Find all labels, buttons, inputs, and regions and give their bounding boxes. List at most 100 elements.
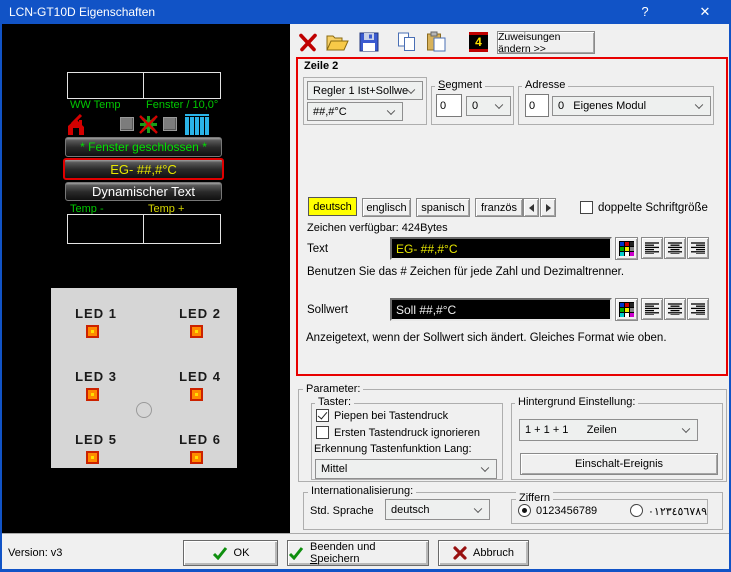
einschalt-ereignis-button[interactable]: Einschalt-Ereignis <box>520 453 718 475</box>
led-indicator[interactable] <box>86 388 99 401</box>
tab-scroll-right-button[interactable] <box>540 198 556 217</box>
center-knob <box>136 402 152 418</box>
color-palette-icon <box>619 302 634 317</box>
sollwert-align-right-button[interactable] <box>687 298 709 320</box>
led-indicator[interactable] <box>190 325 203 338</box>
assignments-button-label: Zuweisungen ändern >> <box>498 31 594 55</box>
led-indicator[interactable] <box>86 325 99 338</box>
radiator-icon <box>184 114 210 136</box>
display-line-1[interactable]: * Fenster geschlossen * <box>65 137 222 157</box>
arrow-right-icon <box>546 204 551 212</box>
assignments-button[interactable]: Zuweisungen ändern >> <box>497 31 595 54</box>
arabic-digits-radio[interactable] <box>630 504 643 517</box>
preview-touch-zone[interactable] <box>67 214 144 244</box>
beep-checkbox[interactable] <box>316 409 329 422</box>
preview-touch-zone[interactable] <box>67 72 144 99</box>
sollwert-align-center-button[interactable] <box>664 298 686 320</box>
chars-available-text: Zeichen verfügbar: 424Bytes <box>307 222 448 234</box>
check-icon <box>288 546 304 560</box>
heating-house-icon <box>64 114 90 136</box>
led-label: LED 6 <box>170 432 230 447</box>
function-combo[interactable]: Regler 1 Ist+Sollwe <box>307 81 423 100</box>
align-left-icon <box>645 242 659 254</box>
taster-group-label: Taster: <box>315 396 354 408</box>
tab-franzoesisch[interactable]: französ <box>475 198 523 217</box>
save-and-exit-button[interactable]: Beenden und Speichern <box>287 540 429 566</box>
preview-touch-zone[interactable] <box>143 72 221 99</box>
tab-spanisch[interactable]: spanisch <box>416 198 470 217</box>
tab-deutsch[interactable]: deutsch <box>308 197 357 216</box>
copy-icon[interactable] <box>397 32 417 52</box>
led-indicator[interactable] <box>190 451 203 464</box>
preview-label-ww-temp[interactable]: WW Temp <box>70 99 121 111</box>
std-language-combo-value: deutsch <box>391 504 430 516</box>
text-align-left-button[interactable] <box>641 237 663 259</box>
segment-id-input[interactable] <box>436 94 462 117</box>
chevron-down-icon <box>387 106 395 114</box>
display-line-3-text: Dynamischer Text <box>92 184 195 199</box>
page4-icon-label: 4 <box>475 35 482 49</box>
double-font-checkbox[interactable] <box>580 201 593 214</box>
close-button[interactable]: ✕ <box>685 0 725 24</box>
adresse-id-input[interactable] <box>525 94 549 117</box>
page4-icon[interactable]: 4 <box>469 32 488 52</box>
preview-label-fenster[interactable]: Fenster / 10,0° <box>146 99 218 111</box>
text-field-label: Text <box>307 243 328 255</box>
ignore-first-checkbox[interactable] <box>316 426 329 439</box>
std-language-label: Std. Sprache <box>310 505 374 517</box>
display-line-1-text: * Fenster geschlossen * <box>80 140 207 154</box>
text-input[interactable] <box>390 237 612 260</box>
tab-englisch[interactable]: englisch <box>362 198 411 217</box>
led-indicator[interactable] <box>190 388 203 401</box>
cancel-button[interactable]: Abbruch <box>438 540 529 566</box>
text-align-center-button[interactable] <box>664 237 686 259</box>
arabic-digits-label: ٠١٢٣٤٥٦٧٨٩ <box>648 505 707 518</box>
display-line-3[interactable]: Dynamischer Text <box>65 182 222 201</box>
format-combo[interactable]: ##,#°C <box>307 102 403 121</box>
latin-digits-radio[interactable] <box>518 504 531 517</box>
delete-icon[interactable] <box>298 33 318 52</box>
detect-long-combo[interactable]: Mittel <box>315 459 497 479</box>
text-align-right-button[interactable] <box>687 237 709 259</box>
adresse-group-label: Adresse <box>522 79 568 91</box>
text-hint: Benutzen Sie das # Zeichen für jede Zahl… <box>307 266 624 278</box>
tab-deutsch-label: deutsch <box>313 201 352 213</box>
paste-icon[interactable] <box>426 31 447 52</box>
led-label: LED 5 <box>66 432 126 447</box>
help-button[interactable]: ? <box>625 0 665 24</box>
save-icon[interactable] <box>359 32 379 52</box>
text-color-button[interactable] <box>615 237 638 260</box>
adresse-combo[interactable]: 0 Eigenes Modul <box>552 96 711 116</box>
dialog-window: LCN-GT10D Eigenschaften ? ✕ WW Temp Fens… <box>0 0 731 572</box>
zeilen-combo[interactable]: 1 + 1 + 1 Zeilen <box>519 419 698 441</box>
beep-checkbox-label: Piepen bei Tastendruck <box>334 410 448 422</box>
zeilen-combo-value: 1 + 1 + 1 Zeilen <box>525 424 617 436</box>
background-group-label: Hintergrund Einstellung: <box>515 396 638 408</box>
ok-button[interactable]: OK <box>183 540 278 566</box>
segment-combo[interactable]: 0 <box>466 96 511 116</box>
title-bar[interactable]: LCN-GT10D Eigenschaften ? ✕ <box>0 0 731 24</box>
sollwert-align-left-button[interactable] <box>641 298 663 320</box>
preview-touch-zone[interactable] <box>143 214 221 244</box>
std-language-combo[interactable]: deutsch <box>385 499 490 520</box>
align-center-icon <box>668 303 682 315</box>
align-right-icon <box>691 242 705 254</box>
sollwert-input[interactable] <box>390 298 612 321</box>
display-line-2-selected[interactable]: EG- ##,#°C <box>63 158 224 180</box>
sollwert-color-button[interactable] <box>615 298 638 321</box>
chevron-down-icon <box>481 464 489 472</box>
tab-scroll-left-button[interactable] <box>523 198 539 217</box>
display-line-2-text: EG- ##,#°C <box>110 162 177 177</box>
led-indicator[interactable] <box>86 451 99 464</box>
tab-englisch-label: englisch <box>366 202 406 214</box>
open-icon[interactable] <box>326 32 349 52</box>
double-font-label: doppelte Schriftgröße <box>598 202 708 214</box>
color-palette-icon <box>619 241 634 256</box>
align-right-icon <box>691 303 705 315</box>
cancel-button-label: Abbruch <box>473 547 514 559</box>
led-panel: LED 1 LED 2 LED 3 LED 4 LED 5 LED 6 <box>51 288 237 468</box>
save-and-exit-button-label: Beenden und Speichern <box>310 541 428 565</box>
tab-spanisch-label: spanisch <box>421 202 464 214</box>
detect-long-combo-value: Mittel <box>321 463 347 475</box>
zeile2-title: Zeile 2 <box>304 60 338 72</box>
